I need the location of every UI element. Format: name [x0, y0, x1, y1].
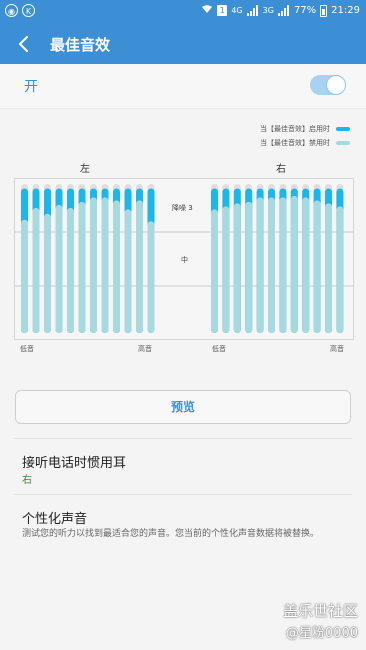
bar-disabled: [268, 197, 275, 333]
bar-disabled: [256, 197, 264, 333]
chart-svg: 降噪 3 中: [15, 184, 353, 333]
center-top-label: 降噪 3: [172, 203, 193, 212]
bar-disabled: [44, 213, 51, 333]
legend-swatch-enabled: [336, 127, 350, 131]
arrow-left-icon: [19, 36, 28, 52]
legend-label-enabled: 当【最佳音效】启用时: [260, 125, 330, 133]
bar-disabled: [113, 200, 120, 333]
setting-personalized-sound-desc: 测试您的听力以找到最适合您的声音。您当前的个性化声音数据将被替换。: [22, 529, 320, 539]
hearing-chart: 降噪 3 中: [14, 178, 354, 340]
bar-disabled: [245, 201, 253, 333]
right-bars: [211, 184, 344, 333]
setting-call-ear-title: 接听电话时惯用耳: [22, 456, 127, 471]
right-high-label: 高音: [330, 345, 344, 353]
bar-disabled: [78, 201, 86, 333]
divider: [14, 438, 352, 439]
status-bar: ◉ K 1 4G 3G 77% 21:29: [0, 0, 366, 24]
bar-disabled: [21, 219, 28, 333]
battery-icon: [320, 4, 328, 17]
bar-disabled: [336, 206, 344, 333]
master-switch[interactable]: [310, 75, 346, 95]
back-button[interactable]: [12, 32, 36, 56]
signal-icon-1: [246, 5, 259, 16]
watermark-text: @星粉0000: [285, 626, 358, 641]
bar-disabled: [67, 207, 74, 333]
bar-disabled: [325, 203, 332, 333]
app-bar: 最佳音效: [0, 24, 366, 64]
signal-icon-2: [277, 5, 290, 16]
bar-disabled: [90, 197, 97, 333]
master-toggle-row[interactable]: 开: [0, 64, 366, 109]
bar-disabled: [233, 203, 241, 333]
bar-disabled: [279, 197, 287, 333]
left-ear-label: 左: [80, 164, 90, 175]
switch-knob: [326, 75, 346, 95]
sim-badge: 1: [217, 5, 228, 16]
clock: 21:29: [331, 5, 360, 16]
right-low-label: 低音: [212, 345, 226, 353]
network-type-1: 4G: [231, 6, 243, 15]
bar-disabled: [290, 195, 298, 333]
chart-legend: 当【最佳音效】启用时 当【最佳音效】禁用时: [260, 122, 350, 150]
bar-disabled: [101, 197, 109, 333]
bar-disabled: [32, 207, 40, 333]
bar-disabled: [302, 197, 310, 333]
bar-disabled: [222, 206, 230, 333]
left-low-label: 低音: [20, 345, 34, 353]
legend-label-disabled: 当【最佳音效】禁用时: [260, 139, 330, 147]
legend-item-enabled: 当【最佳音效】启用时: [260, 122, 350, 136]
watermark-line-1: 盖乐世社区: [282, 602, 358, 620]
watermark-line-2: @星粉0000: [286, 622, 358, 641]
battery-percent: 77%: [293, 5, 317, 16]
bar-disabled: [211, 209, 218, 333]
app-circle-icon: ◉: [5, 4, 18, 17]
bar-disabled: [55, 204, 63, 333]
bar-disabled: [313, 200, 321, 333]
bar-disabled: [136, 200, 143, 333]
center-mid-label: 中: [181, 255, 188, 264]
network-type-2: 3G: [262, 6, 274, 15]
setting-personalized-sound-title: 个性化声音: [22, 512, 88, 527]
legend-item-disabled: 当【最佳音效】禁用时: [260, 136, 350, 150]
toggle-label: 开: [24, 79, 38, 95]
page-title: 最佳音效: [50, 36, 111, 54]
divider: [14, 494, 352, 495]
setting-call-ear-value: 右: [22, 475, 32, 486]
preview-button[interactable]: 预览: [15, 390, 351, 424]
left-high-label: 高音: [138, 345, 152, 353]
bar-disabled: [147, 221, 155, 333]
legend-swatch-disabled: [336, 141, 350, 145]
right-ear-label: 右: [276, 164, 286, 175]
bar-disabled: [124, 209, 132, 333]
left-bars: [21, 184, 155, 333]
k-circle-icon: K: [22, 4, 35, 17]
wifi-icon: [201, 4, 213, 17]
